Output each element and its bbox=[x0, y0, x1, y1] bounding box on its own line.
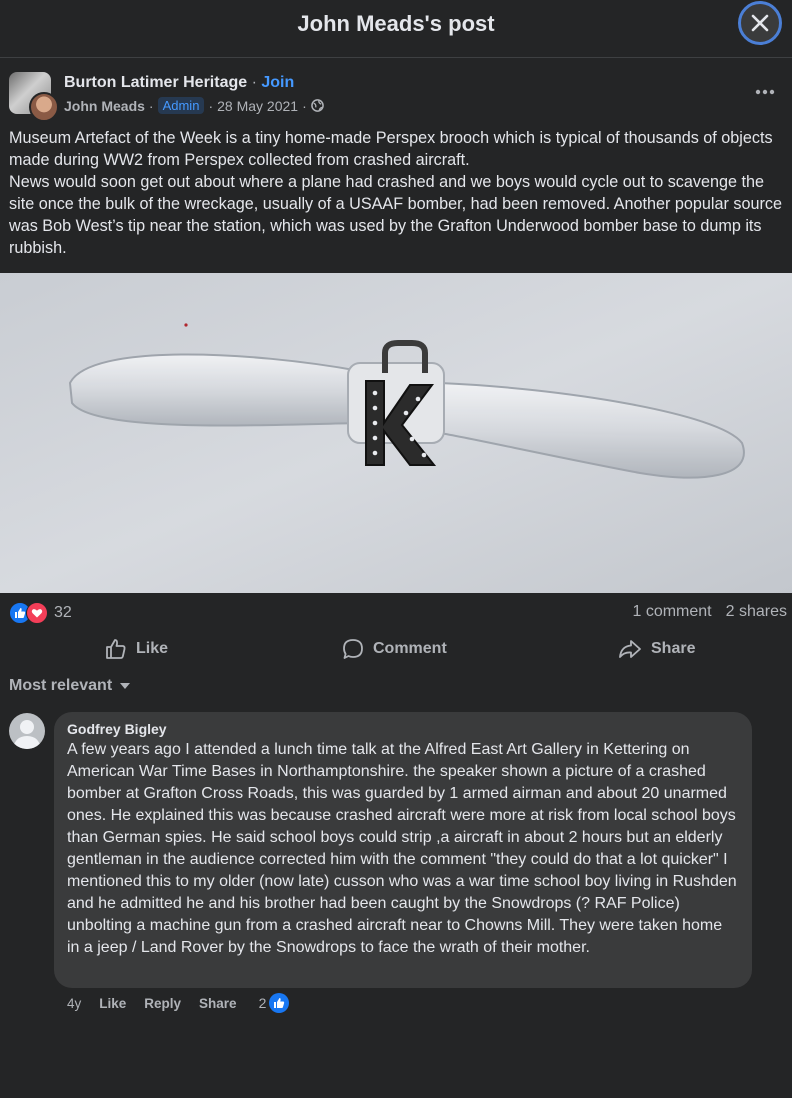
like-button[interactable]: Like bbox=[104, 630, 168, 668]
dialog-title: John Meads's post bbox=[297, 11, 495, 36]
comment-text: A few years ago I attended a lunch time … bbox=[67, 741, 737, 956]
dialog-header: John Meads's post bbox=[0, 0, 792, 58]
join-link[interactable]: Join bbox=[261, 74, 294, 91]
post-group-line: Burton Latimer Heritage · Join bbox=[64, 74, 294, 92]
comment-bubble: Godfrey Bigley A few years ago I attende… bbox=[54, 712, 752, 988]
comment-like-button[interactable]: Like bbox=[99, 996, 126, 1011]
like-label: Like bbox=[136, 640, 169, 657]
comments-count-link[interactable]: 1 comment bbox=[632, 603, 711, 621]
comment-reply-button[interactable]: Reply bbox=[144, 996, 181, 1011]
post-photo[interactable] bbox=[0, 273, 792, 593]
post-paragraph: News would soon get out about where a pl… bbox=[9, 173, 782, 257]
separator: · bbox=[251, 74, 257, 91]
shares-count-link[interactable]: 2 shares bbox=[726, 603, 787, 621]
share-button[interactable]: Share bbox=[617, 630, 695, 668]
post-meta: John Meads · Admin · 28 May 2021 · bbox=[64, 97, 324, 114]
comment-button[interactable]: Comment bbox=[341, 630, 447, 668]
post-header: Burton Latimer Heritage · Join John Mead… bbox=[9, 72, 783, 122]
thumbs-up-icon bbox=[106, 639, 126, 659]
comment-label: Comment bbox=[373, 640, 447, 657]
commenter-avatar[interactable] bbox=[9, 713, 45, 749]
comment-icon bbox=[343, 639, 363, 659]
group-name-link[interactable]: Burton Latimer Heritage bbox=[64, 74, 247, 91]
post-date[interactable]: 28 May 2021 bbox=[217, 98, 298, 114]
group-avatar[interactable] bbox=[9, 72, 59, 122]
like-reaction-icon bbox=[269, 993, 290, 1013]
more-icon bbox=[755, 89, 775, 95]
comment-reaction-summary[interactable]: 2 bbox=[259, 993, 290, 1013]
close-button[interactable] bbox=[738, 1, 782, 45]
share-icon bbox=[619, 640, 641, 658]
post-text: Museum Artefact of the Week is a tiny ho… bbox=[9, 127, 784, 259]
sort-label: Most relevant bbox=[9, 677, 113, 694]
avatar[interactable] bbox=[29, 92, 59, 122]
reactions-summary[interactable]: 32 bbox=[9, 602, 72, 624]
love-reaction-icon bbox=[26, 602, 48, 624]
caret-down-icon bbox=[120, 683, 131, 689]
post-paragraph: Museum Artefact of the Week is a tiny ho… bbox=[9, 129, 773, 169]
comment-actions: 4y Like Reply Share 2 bbox=[67, 993, 290, 1013]
comment-age[interactable]: 4y bbox=[67, 996, 81, 1011]
separator: · bbox=[302, 97, 307, 114]
comment-sort-dropdown[interactable]: Most relevant bbox=[9, 677, 131, 695]
close-icon bbox=[751, 14, 769, 32]
admin-badge: Admin bbox=[157, 97, 205, 114]
commenter-name[interactable]: Godfrey Bigley bbox=[67, 721, 739, 737]
post-actions-bar: Like Comment Share bbox=[0, 630, 792, 668]
separator: · bbox=[208, 97, 214, 114]
author-link[interactable]: John Meads bbox=[64, 98, 145, 114]
comment-share-button[interactable]: Share bbox=[199, 996, 237, 1011]
separator: · bbox=[148, 97, 154, 114]
share-label: Share bbox=[651, 640, 696, 657]
comment-like-count: 2 bbox=[258, 995, 267, 1011]
globe-icon bbox=[310, 99, 324, 112]
engagement-counts: 1 comment 2 shares bbox=[632, 603, 787, 621]
more-options-button[interactable] bbox=[751, 78, 779, 106]
reaction-count: 32 bbox=[54, 604, 72, 621]
